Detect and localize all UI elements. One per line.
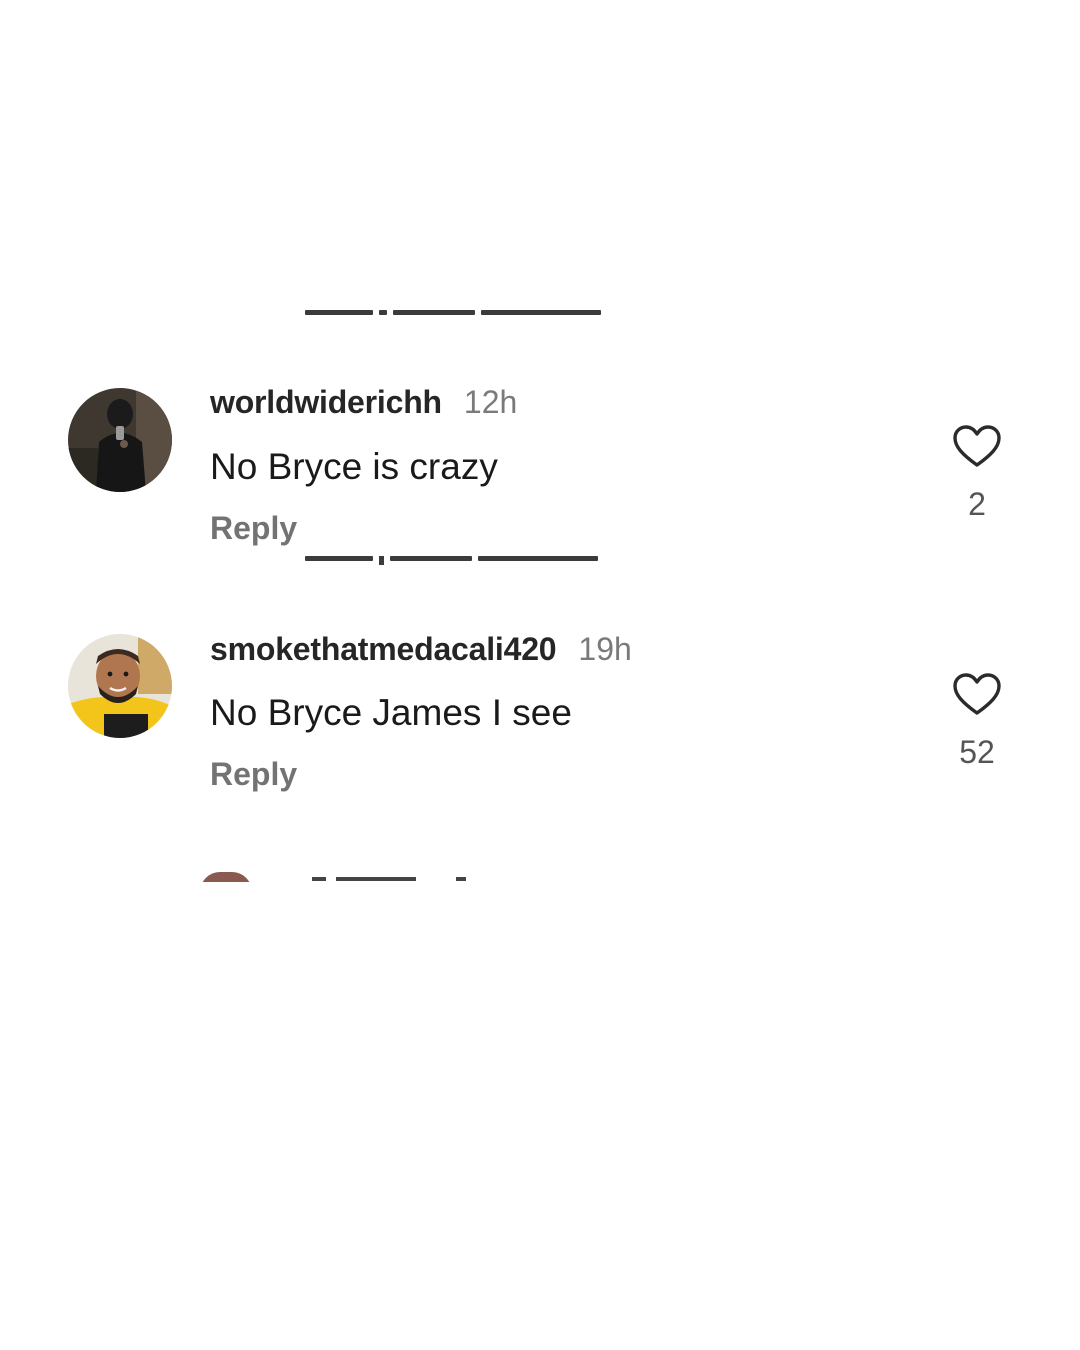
view-more-replies-clipped[interactable] <box>305 554 605 568</box>
heart-outline-icon <box>953 673 1001 715</box>
comments-list: worldwiderichh 12h No Bryce is crazy Rep… <box>0 0 1080 1350</box>
comment-text: No Bryce is crazy <box>210 446 498 487</box>
comment-text: No Bryce James I see <box>210 692 572 733</box>
view-more-replies-clipped[interactable] <box>305 308 605 322</box>
avatar[interactable] <box>68 634 172 738</box>
timestamp: 19h <box>578 631 632 667</box>
like-button[interactable]: 2 <box>946 424 1008 523</box>
like-count: 52 <box>959 734 995 770</box>
avatar-photo-icon <box>68 388 172 492</box>
avatar <box>200 872 252 882</box>
avatar-photo-icon <box>68 634 172 738</box>
avatar[interactable] <box>68 388 172 492</box>
heart-outline-icon <box>953 425 1001 467</box>
timestamp: 12h <box>463 384 518 420</box>
next-comment-clipped <box>200 872 466 882</box>
like-count: 2 <box>968 486 986 522</box>
reply-button[interactable]: Reply <box>210 510 297 547</box>
like-button[interactable]: 52 <box>946 672 1008 771</box>
username[interactable]: worldwiderichh <box>210 384 442 421</box>
username[interactable]: smokethatmedacali420 <box>210 631 557 668</box>
reply-button[interactable]: Reply <box>210 756 297 793</box>
